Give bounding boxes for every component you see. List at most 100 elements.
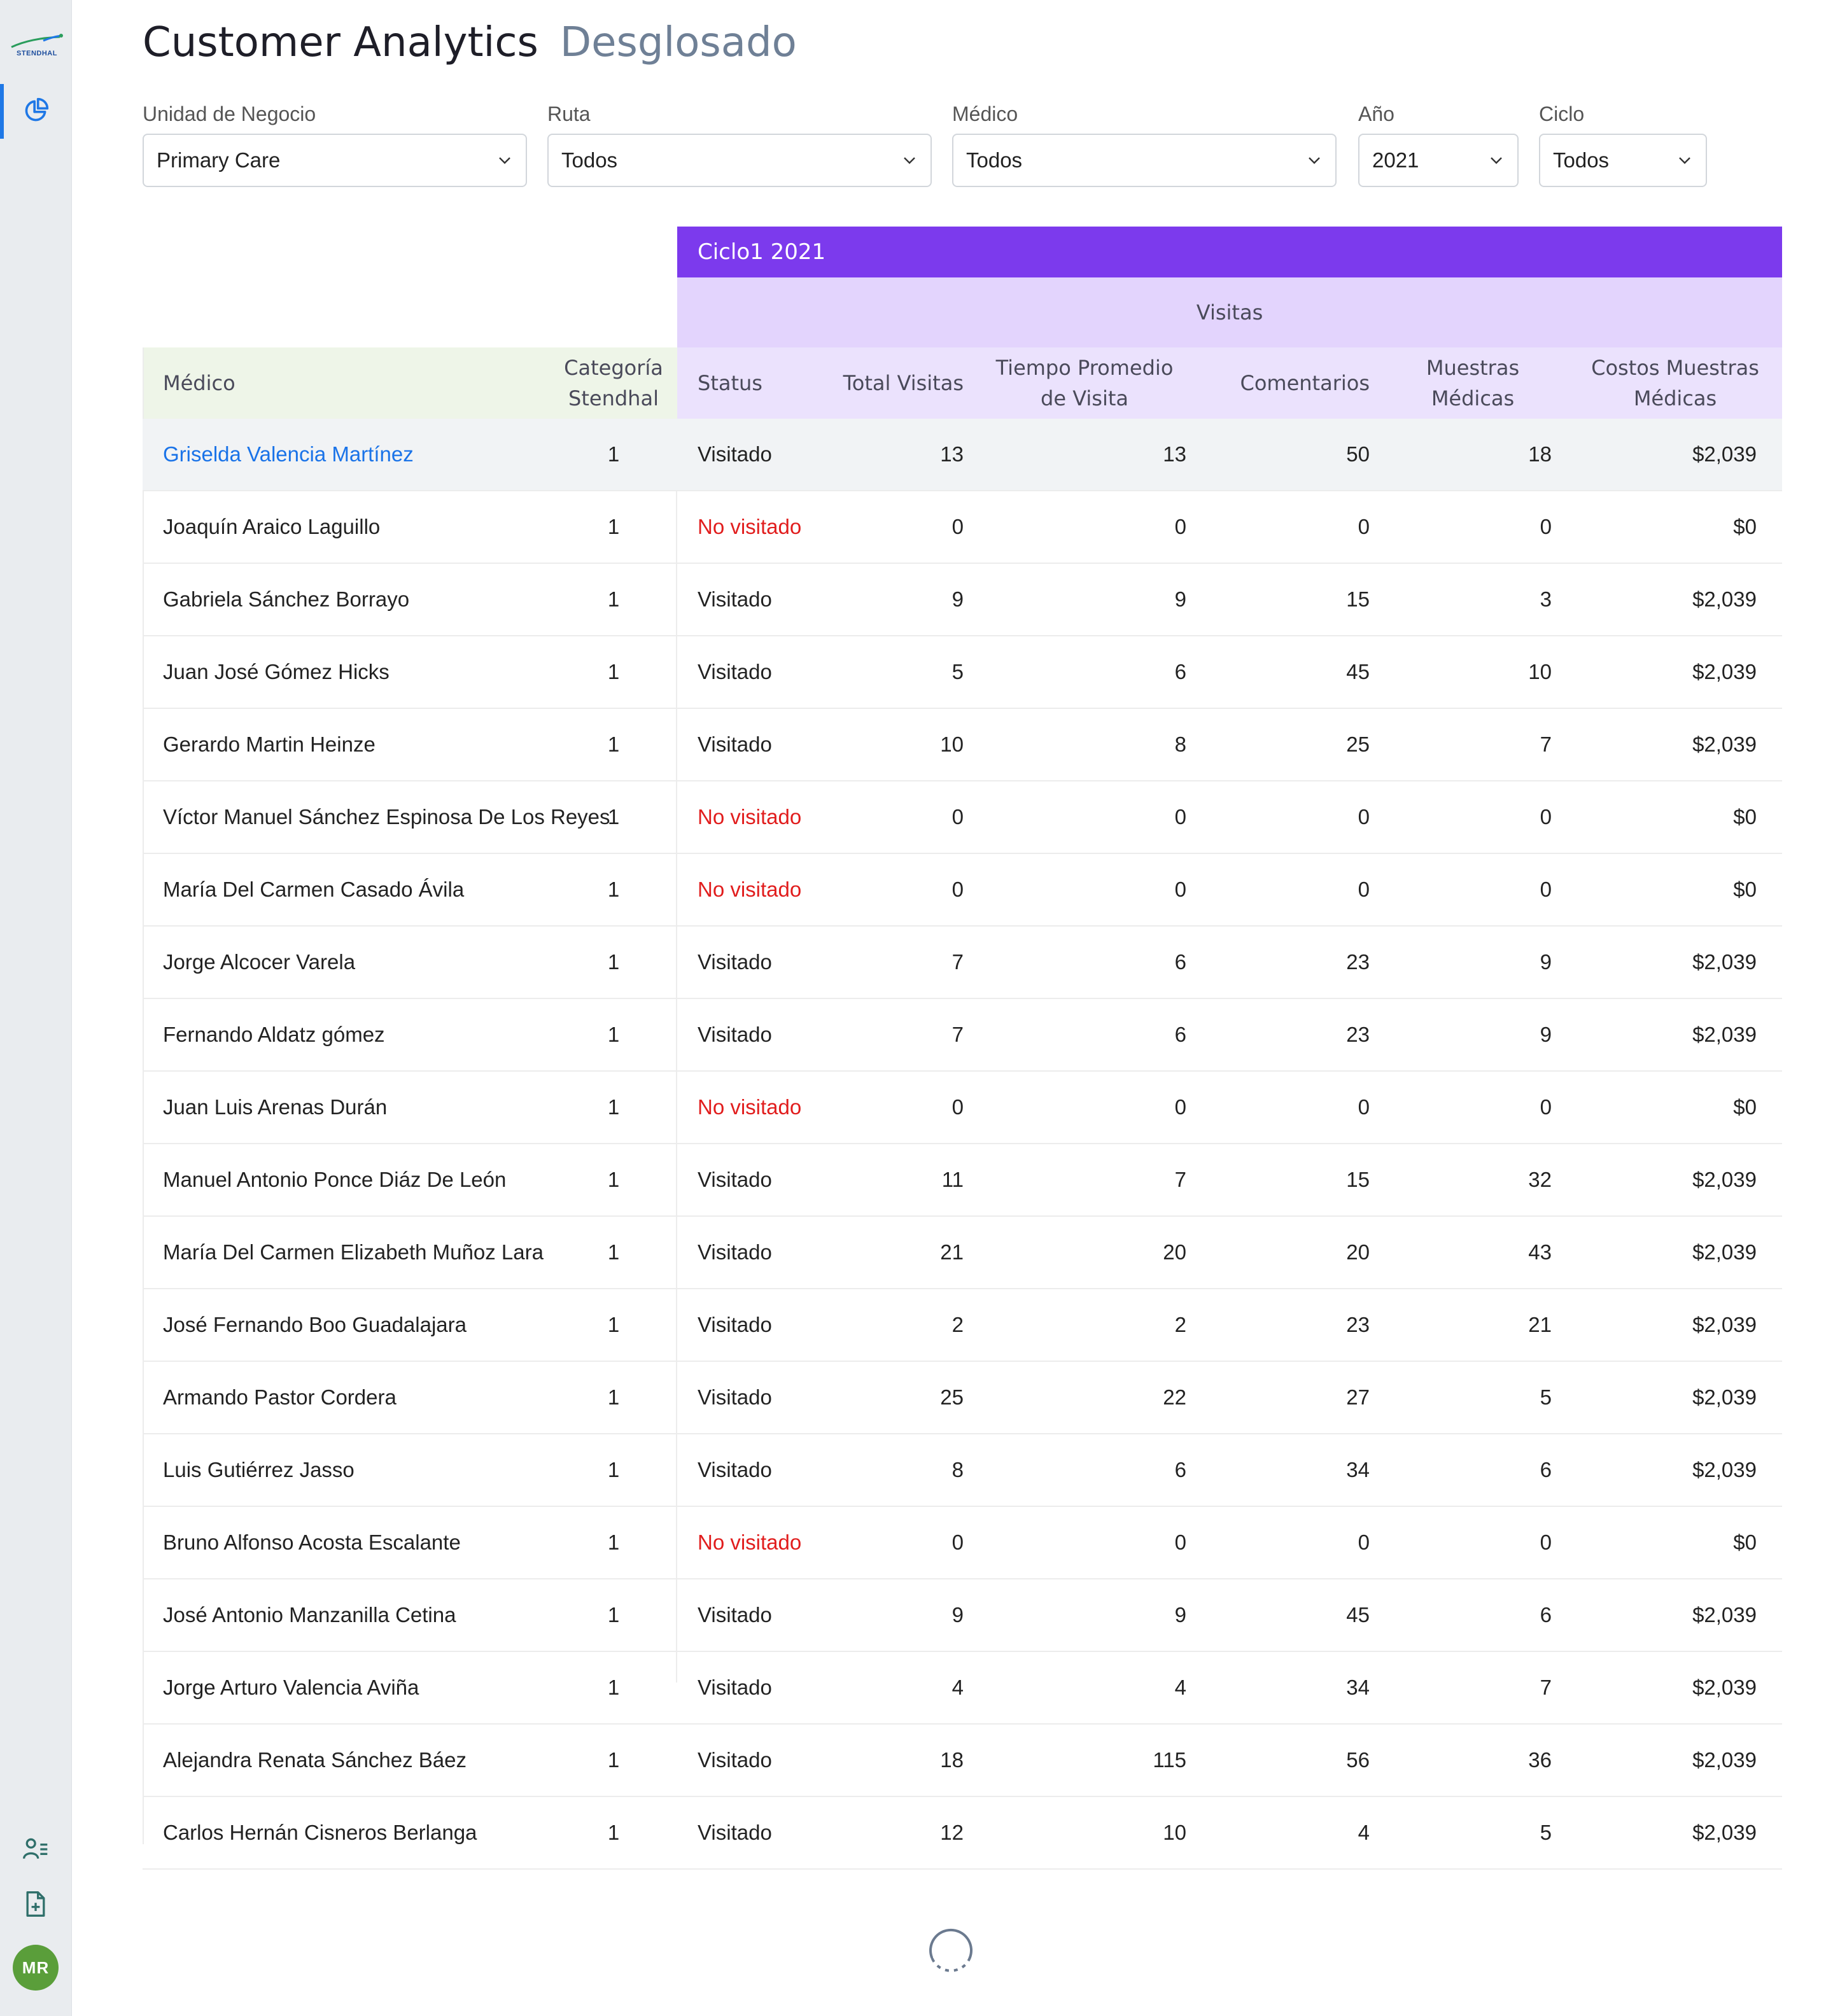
sample-cost-cell-text: $0 [1733, 515, 1757, 538]
sidebar: STENDHAL MR [0, 0, 72, 2016]
sample-cost-cell-text: $2,039 [1692, 1385, 1757, 1409]
avg-time-cell-text: 2 [1174, 1313, 1186, 1336]
status-cell-text: Visitado [698, 1821, 772, 1844]
status-cell-text: No visitado [698, 1530, 802, 1554]
sample-cost-cell-text: $2,039 [1692, 1313, 1757, 1336]
chevron-down-icon [1489, 153, 1503, 167]
column-header-samples[interactable]: Muestras Médicas [1377, 347, 1568, 419]
avg-time-cell-text: 8 [1174, 732, 1186, 756]
avg-time-cell: 9 [1034, 1579, 1186, 1651]
filter-label: Ciclo [1539, 102, 1585, 125]
table-row[interactable]: Jorge Arturo Valencia Aviña 1 Visitado 4 4 34… [143, 1652, 1782, 1725]
avg-time-cell-text: 6 [1174, 1023, 1186, 1046]
avg-time-cell-text: 7 [1174, 1168, 1186, 1191]
total-visits-cell-text: 13 [940, 442, 964, 466]
column-header-row: Médico Categoría Stendhal Status Total V… [143, 347, 1782, 419]
avg-time-cell-text: 6 [1174, 950, 1186, 974]
status-cell-text: Visitado [698, 950, 772, 974]
table-row[interactable]: José Fernando Boo Guadalajara 1 Visitado 2 2… [143, 1289, 1782, 1362]
route-select[interactable]: Todos [547, 134, 932, 187]
table-row[interactable]: Jorge Alcocer Varela 1 Visitado 7 6 23 9 $2,039 [143, 927, 1782, 999]
column-header-status[interactable]: Status [677, 347, 843, 419]
column-header-total-visits[interactable]: Total Visitas [843, 347, 970, 419]
nav-user-list[interactable] [19, 1833, 52, 1866]
sample-cost-cell: $2,039 [1587, 1434, 1757, 1506]
avg-time-cell: 0 [1034, 854, 1186, 925]
total-visits-cell: 11 [843, 1144, 964, 1215]
table-row[interactable]: Gerardo Martin Heinze 1 Visitado 10 8 25 7 $2,0… [143, 709, 1782, 781]
sample-cost-cell-text: $0 [1733, 1530, 1757, 1554]
category-cell: 1 [550, 419, 677, 490]
table-row[interactable]: Manuel Antonio Ponce Diáz De León 1 Visita… [143, 1144, 1782, 1217]
table-row[interactable]: Víctor Manuel Sánchez Espinosa De Los Re… [143, 781, 1782, 854]
samples-cell: 21 [1415, 1289, 1552, 1361]
status-cell-text: No visitado [698, 1095, 802, 1119]
filter-route: Ruta Todos [547, 101, 932, 187]
total-visits-cell-text: 0 [952, 515, 964, 538]
samples-cell-text: 0 [1540, 805, 1552, 829]
total-visits-cell: 10 [843, 709, 964, 780]
table-row[interactable]: Armando Pastor Cordera 1 Visitado 25 22 27 5 $2… [143, 1362, 1782, 1434]
status-cell-text: Visitado [698, 1313, 772, 1336]
table-row[interactable]: María Del Carmen Casado Ávila 1 No visitad… [143, 854, 1782, 927]
avg-time-cell: 20 [1034, 1217, 1186, 1288]
nav-analytics[interactable] [19, 94, 52, 127]
cycle-select[interactable]: Todos [1539, 134, 1707, 187]
category-cell-text: 1 [607, 1530, 620, 1554]
table-row[interactable]: Griselda Valencia Martínez 1 Visitado 13 13 5… [143, 419, 1782, 491]
filter-label: Médico [952, 102, 1018, 125]
avg-time-cell-text: 6 [1174, 1458, 1186, 1481]
sample-cost-cell: $2,039 [1587, 709, 1757, 780]
sample-cost-cell-text: $2,039 [1692, 442, 1757, 466]
samples-cell: 5 [1415, 1797, 1552, 1868]
table-row[interactable]: Joaquín Araico Laguillo 1 No visitado 0 0 0 0 $… [143, 491, 1782, 564]
samples-cell-text: 43 [1528, 1240, 1552, 1264]
nav-add-document[interactable] [19, 1887, 52, 1921]
table-row[interactable]: Luis Gutiérrez Jasso 1 Visitado 8 6 34 6 $2,039 [143, 1434, 1782, 1507]
table-row[interactable]: Carlos Hernán Cisneros Berlanga 1 Visitado… [143, 1797, 1782, 1870]
table-row[interactable]: Bruno Alfonso Acosta Escalante 1 No visita… [143, 1507, 1782, 1579]
status-cell-text: Visitado [698, 732, 772, 756]
column-header-doctor[interactable]: Médico [143, 347, 550, 419]
select-value: Todos [966, 148, 1023, 172]
sample-cost-cell-text: $0 [1733, 878, 1757, 901]
status-cell-text: Visitado [698, 1023, 772, 1046]
avg-time-cell-text: 6 [1174, 660, 1186, 683]
column-header-label: Status [698, 371, 762, 395]
table-row[interactable]: María Del Carmen Elizabeth Muñoz Lara 1 Vi… [143, 1217, 1782, 1289]
samples-cell-text: 0 [1540, 1095, 1552, 1119]
brand-logo[interactable]: STENDHAL [5, 33, 66, 62]
comments-cell-text: 0 [1358, 805, 1370, 829]
table-row[interactable]: Juan José Gómez Hicks 1 Visitado 5 6 45 10 $2,0… [143, 636, 1782, 709]
table-row[interactable]: Gabriela Sánchez Borrayo 1 Visitado 9 9 15 3 $2… [143, 564, 1782, 636]
doctor-name-text: Manuel Antonio Ponce Diáz De León [163, 1168, 507, 1191]
filter-year: Año 2021 [1358, 101, 1519, 187]
status-cell: Visitado [698, 1144, 857, 1215]
total-visits-cell-text: 2 [952, 1313, 964, 1336]
column-header-sample-costs[interactable]: Costos Muestras Médicas [1568, 347, 1782, 419]
doctor-name-text: Armando Pastor Cordera [163, 1385, 397, 1409]
table-row[interactable]: Juan Luis Arenas Durán 1 No visitado 0 0 0 0 $0 [143, 1072, 1782, 1144]
doctor-name-text[interactable]: Griselda Valencia Martínez [163, 439, 414, 470]
column-header-comments[interactable]: Comentarios [1199, 347, 1377, 419]
column-header-label: Total Visitas [843, 371, 964, 395]
avg-time-cell-text: 20 [1163, 1240, 1186, 1264]
filter-doctor: Médico Todos [952, 101, 1337, 187]
business-unit-select[interactable]: Primary Care [143, 134, 527, 187]
user-avatar[interactable]: MR [13, 1945, 59, 1991]
status-cell-text: Visitado [698, 1748, 772, 1772]
avg-time-cell-text: 4 [1174, 1676, 1186, 1699]
category-cell: 1 [550, 1579, 677, 1651]
table-row[interactable]: José Antonio Manzanilla Cetina 1 Visitado 9… [143, 1579, 1782, 1652]
column-header-avg-time[interactable]: Tiempo Promedio de Visita [970, 347, 1199, 419]
table-row[interactable]: Alejandra Renata Sánchez Báez 1 Visitado 18… [143, 1725, 1782, 1797]
category-cell-text: 1 [607, 1458, 620, 1481]
column-header-category[interactable]: Categoría Stendhal [550, 347, 677, 419]
table-row[interactable]: Fernando Aldatz gómez 1 Visitado 7 6 23 9 $2,03… [143, 999, 1782, 1072]
doctor-name-text: Gerardo Martin Heinze [163, 732, 376, 756]
chevron-down-icon [1678, 153, 1692, 167]
select-value: Todos [1553, 148, 1610, 172]
year-select[interactable]: 2021 [1358, 134, 1519, 187]
doctor-select[interactable]: Todos [952, 134, 1337, 187]
status-cell-text: Visitado [698, 660, 772, 683]
